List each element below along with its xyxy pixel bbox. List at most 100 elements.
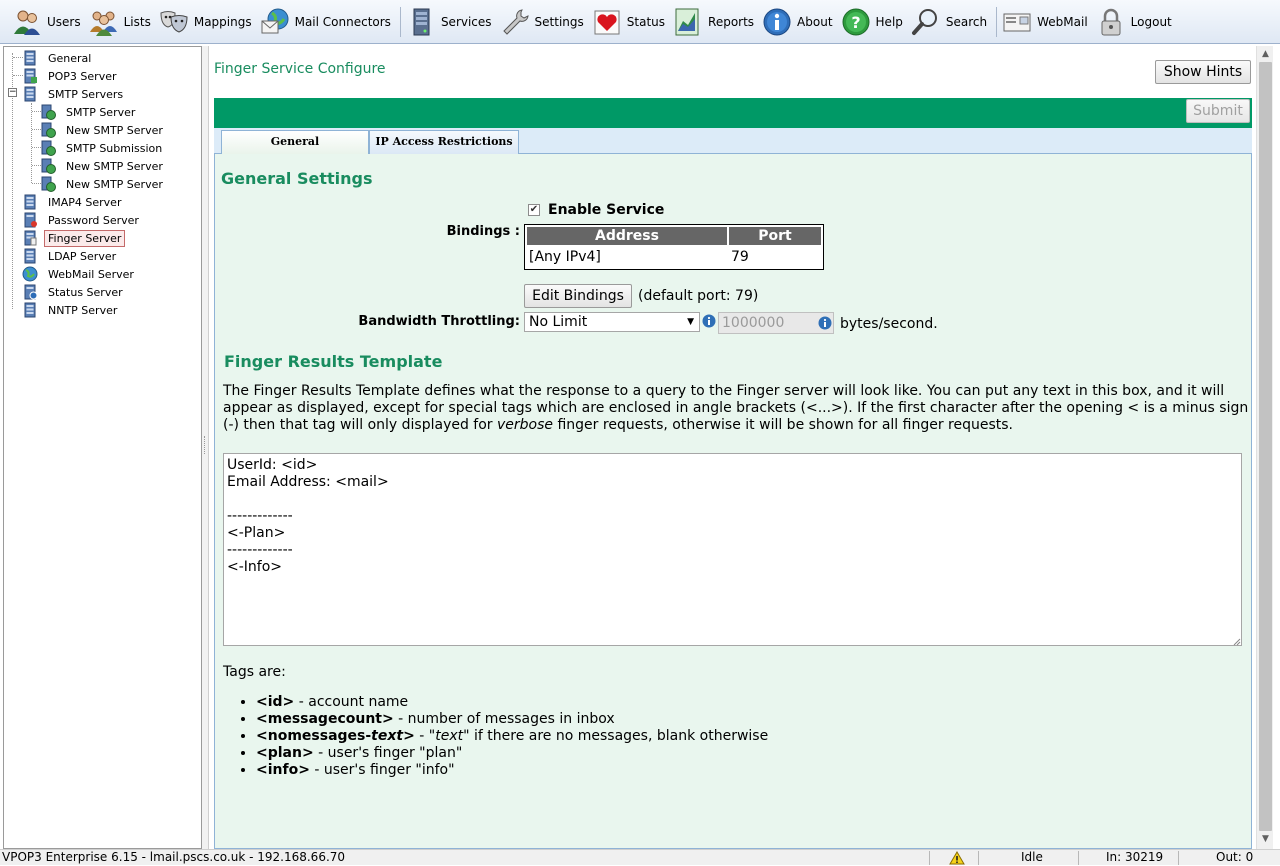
bindings-table: Address Port [Any IPv4] 79: [524, 224, 824, 270]
server-icon: [24, 194, 36, 210]
info-icon[interactable]: [818, 316, 832, 330]
tree-item-imap4[interactable]: IMAP4 Server: [22, 193, 125, 211]
status-in-count: In: 30219: [1106, 850, 1164, 864]
status-divider: [978, 851, 979, 865]
wrench-icon: [502, 8, 529, 35]
tree-item-webmail[interactable]: WebMail Server: [22, 265, 138, 283]
users-label: Users: [47, 14, 81, 29]
mail-connectors-button[interactable]: Mail Connectors: [258, 3, 397, 41]
status-divider: [929, 851, 930, 865]
resize-grip-icon[interactable]: [1233, 638, 1241, 646]
enable-service-row: ✔ Enable Service: [528, 202, 664, 218]
warning-icon[interactable]: [949, 851, 965, 865]
about-button[interactable]: About: [760, 3, 838, 41]
binding-port-cell: 79: [731, 249, 749, 265]
submit-button[interactable]: Submit: [1186, 99, 1250, 123]
reports-button[interactable]: Reports: [671, 3, 760, 41]
tree-item-ldap[interactable]: LDAP Server: [22, 247, 120, 265]
info-icon[interactable]: [702, 314, 716, 328]
tree-item-new-smtp-server[interactable]: New SMTP Server: [40, 157, 167, 175]
tree-item-status[interactable]: Status Server: [22, 283, 127, 301]
globe-icon: [22, 266, 38, 282]
bytes-per-second-input[interactable]: [718, 312, 834, 334]
tree-item-label: Password Server: [48, 213, 139, 227]
throttle-selected-value: No Limit: [529, 314, 588, 330]
tree-item-pop3[interactable]: POP3 Server: [22, 67, 121, 85]
tags-heading: Tags are:: [223, 664, 286, 680]
server-icon: [413, 8, 430, 35]
tree-item-new-smtp-server[interactable]: New SMTP Server: [40, 121, 167, 139]
services-tree: − General POP3 Server SMTP Servers SMTP …: [3, 46, 202, 849]
description-verbose: verbose: [497, 417, 554, 433]
finger-template-textarea[interactable]: UserId: <id> Email Address: <mail> -----…: [223, 453, 1242, 646]
users-button[interactable]: Users: [10, 3, 87, 41]
show-hints-button[interactable]: Show Hints: [1155, 60, 1251, 84]
about-label: About: [797, 14, 833, 29]
help-icon: ?: [842, 8, 870, 35]
server-icon: [24, 86, 36, 102]
settings-label: Settings: [534, 14, 584, 29]
splitter-grip: [204, 436, 205, 454]
server-globe-icon: [41, 140, 56, 156]
services-button[interactable]: Services: [404, 3, 498, 41]
tree-item-smtp-servers[interactable]: SMTP Servers: [22, 85, 127, 103]
tree-item-nntp[interactable]: NNTP Server: [22, 301, 121, 319]
scroll-thumb[interactable]: [1259, 62, 1272, 831]
server-globe-icon: [41, 176, 56, 192]
tree-item-new-smtp-server[interactable]: New SMTP Server: [40, 175, 167, 193]
bandwidth-throttling-select[interactable]: No Limit ▼: [524, 312, 700, 332]
enable-service-checkbox[interactable]: ✔: [528, 204, 540, 216]
tree-item-label: New SMTP Server: [66, 159, 163, 173]
tag-description: - user's finger "info": [309, 762, 455, 778]
tree-item-label: Status Server: [48, 285, 123, 299]
status-label: Status: [626, 14, 666, 29]
list-item: <messagecount> - number of messages in i…: [256, 711, 768, 728]
default-port-note: (default port: 79): [638, 288, 759, 304]
table-row[interactable]: [Any IPv4] 79: [527, 247, 821, 267]
search-button[interactable]: Search: [909, 3, 993, 41]
server-icon: [24, 50, 36, 66]
lists-button[interactable]: Lists: [87, 3, 157, 41]
tag-name-part: >: [403, 728, 415, 744]
general-tab-panel: General Settings ✔ Enable Service Bindin…: [214, 154, 1252, 849]
tree-item-smtp-submission[interactable]: SMTP Submission: [40, 139, 166, 157]
tree-item-general[interactable]: General: [22, 49, 95, 67]
webmail-button[interactable]: WebMail: [1000, 3, 1094, 41]
tag-name-part: <nomessages-: [256, 728, 372, 744]
scroll-down-icon[interactable]: ▼: [1257, 831, 1274, 848]
status-button[interactable]: Status: [590, 3, 671, 41]
server-info-icon: [24, 284, 38, 300]
status-state: Idle: [1021, 850, 1043, 864]
server-globe-icon: [41, 122, 56, 138]
page-title: Finger Service Configure: [214, 61, 386, 77]
logout-label: Logout: [1130, 14, 1172, 29]
tab-general[interactable]: General: [221, 130, 369, 155]
search-icon: [911, 8, 937, 35]
toolbar-separator: [996, 6, 998, 37]
edit-bindings-button[interactable]: Edit Bindings: [524, 284, 632, 308]
tree-item-finger[interactable]: Finger Server: [22, 229, 126, 247]
vertical-scrollbar[interactable]: ▲ ▼: [1256, 46, 1273, 849]
tree-item-label: POP3 Server: [48, 69, 117, 83]
action-bar: Submit: [214, 98, 1252, 128]
logout-button[interactable]: Logout: [1094, 3, 1178, 41]
scroll-up-icon[interactable]: ▲: [1257, 46, 1274, 63]
server-key-icon: [24, 212, 37, 228]
tree-expander-smtp[interactable]: −: [8, 88, 17, 97]
general-settings-heading: General Settings: [221, 169, 373, 188]
server-globe-icon: [41, 158, 56, 174]
mappings-button[interactable]: Mappings: [157, 3, 258, 41]
tree-item-password[interactable]: Password Server: [22, 211, 143, 229]
list-item: <plan> - user's finger "plan": [256, 745, 768, 762]
tree-item-smtp-server[interactable]: SMTP Server: [40, 103, 139, 121]
finger-results-template-heading: Finger Results Template: [224, 352, 443, 371]
list-item: <info> - user's finger "info": [256, 762, 768, 779]
settings-button[interactable]: Settings: [498, 3, 590, 41]
tree-item-label: New SMTP Server: [66, 177, 163, 191]
mappings-label: Mappings: [193, 14, 252, 29]
tag-description: - number of messages in inbox: [393, 711, 615, 727]
tree-item-label: LDAP Server: [48, 249, 117, 263]
tag-description: " if there are no messages, blank otherw…: [463, 728, 769, 744]
tab-ip-access-restrictions[interactable]: IP Access Restrictions: [369, 130, 519, 154]
help-button[interactable]: ? Help: [839, 3, 909, 41]
